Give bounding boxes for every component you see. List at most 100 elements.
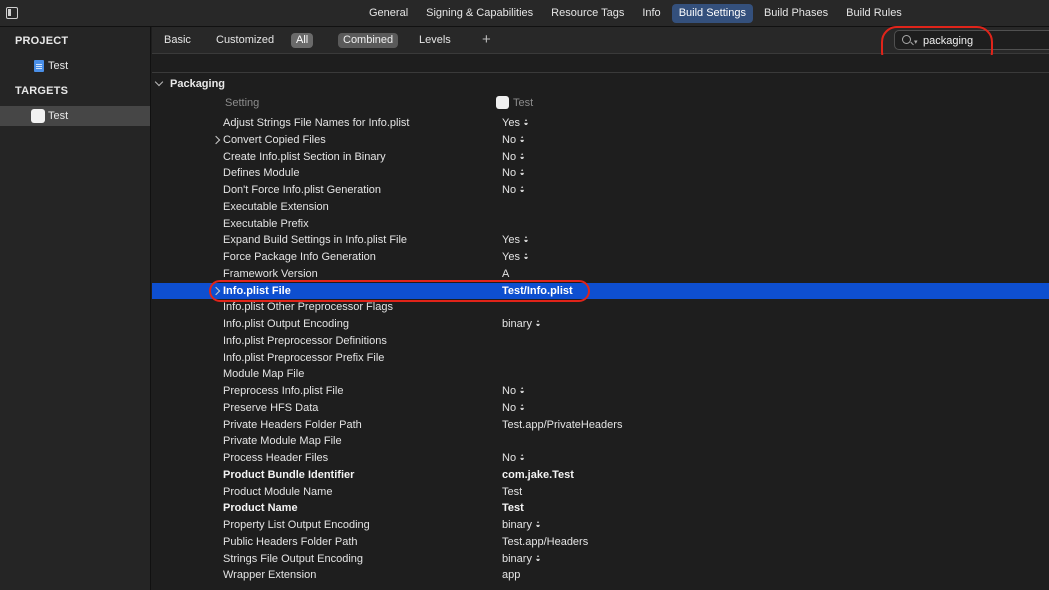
chevron-up-down-icon[interactable]: ▴▾ xyxy=(520,452,526,460)
table-row[interactable]: Info.plist Other Preprocessor Flags xyxy=(152,299,1049,316)
chevron-up-down-icon[interactable]: ▴▾ xyxy=(520,184,526,192)
setting-name: Product Bundle Identifier xyxy=(223,468,355,481)
table-row[interactable]: Executable Prefix xyxy=(152,216,1049,233)
tab-general[interactable]: General xyxy=(362,4,415,23)
chevron-up-down-icon[interactable]: ▴▾ xyxy=(524,117,530,125)
chevron-up-down-icon[interactable]: ▴▾ xyxy=(520,134,526,142)
table-row[interactable]: Private Module Map File xyxy=(152,433,1049,450)
setting-value[interactable]: Test xyxy=(502,500,524,517)
table-row[interactable]: Adjust Strings File Names for Info.plist… xyxy=(152,115,1049,132)
setting-value[interactable]: binary ▴▾ xyxy=(502,316,542,333)
setting-name: Info.plist File xyxy=(223,284,291,297)
table-row[interactable]: Don't Force Info.plist Generation No▴▾ xyxy=(152,182,1049,199)
table-row[interactable]: Wrapper Extension app xyxy=(152,567,1049,584)
levels-button[interactable]: Levels xyxy=(414,33,456,48)
chevron-right-icon[interactable] xyxy=(211,286,221,295)
table-row[interactable]: Property List Output Encoding binary ▴▾ xyxy=(152,517,1049,534)
table-row[interactable]: Preprocess Info.plist File No▴▾ xyxy=(152,383,1049,400)
setting-value-text: Test.app/PrivateHeaders xyxy=(502,418,623,431)
setting-value-text: No xyxy=(502,385,517,397)
filter-all-button[interactable]: All xyxy=(291,33,314,48)
tab-signing-capabilities[interactable]: Signing & Capabilities xyxy=(419,4,540,23)
table-row[interactable]: Expand Build Settings in Info.plist File… xyxy=(152,232,1049,249)
setting-value[interactable]: A xyxy=(502,266,509,283)
table-row[interactable]: Framework Version A xyxy=(152,266,1049,283)
setting-name: Wrapper Extension xyxy=(223,569,317,582)
table-row[interactable]: Preserve HFS Data No▴▾ xyxy=(152,400,1049,417)
setting-value[interactable]: No▴▾ xyxy=(502,165,526,182)
setting-value[interactable]: No▴▾ xyxy=(502,400,526,417)
table-row[interactable]: Info.plist File Test/Info.plist xyxy=(152,282,1049,300)
chevron-down-icon[interactable] xyxy=(155,78,164,90)
table-row[interactable]: Product Bundle Identifier com.jake.Test xyxy=(152,467,1049,484)
tab-build-phases[interactable]: Build Phases xyxy=(757,4,835,23)
setting-value[interactable]: Yes ▴▾ xyxy=(502,249,530,266)
table-row[interactable]: Convert Copied Files No▴▾ xyxy=(152,132,1049,149)
tab-info[interactable]: Info xyxy=(635,4,667,23)
chevron-up-down-icon[interactable]: ▴▾ xyxy=(520,385,526,393)
chevron-up-down-icon[interactable]: ▴▾ xyxy=(524,234,530,242)
chevron-up-down-icon[interactable]: ▴▾ xyxy=(520,402,526,410)
search-input[interactable] xyxy=(923,33,1048,48)
setting-value[interactable]: app xyxy=(502,567,520,584)
table-row[interactable]: Product Module Name Test xyxy=(152,484,1049,501)
sidebar-item-project-test[interactable]: Test xyxy=(0,56,150,76)
table-row[interactable]: Executable Extension xyxy=(152,199,1049,216)
table-row[interactable]: Process Header Files No▴▾ xyxy=(152,450,1049,467)
setting-value-text: com.jake.Test xyxy=(502,468,574,481)
sidebar-toggle-icon[interactable] xyxy=(6,7,18,19)
setting-name: Force Package Info Generation xyxy=(223,251,376,263)
setting-value[interactable]: No▴▾ xyxy=(502,182,526,199)
setting-value[interactable]: Test/Info.plist xyxy=(502,283,573,300)
table-row[interactable]: Force Package Info Generation Yes ▴▾ xyxy=(152,249,1049,266)
chevron-up-down-icon[interactable]: ▴▾ xyxy=(520,151,526,159)
setting-value[interactable]: No▴▾ xyxy=(502,149,526,166)
table-row[interactable]: Info.plist Preprocessor Prefix File xyxy=(152,350,1049,367)
chevron-up-down-icon[interactable]: ▴▾ xyxy=(536,553,542,561)
setting-value[interactable]: binary ▴▾ xyxy=(502,551,542,568)
chevron-up-down-icon[interactable]: ▴▾ xyxy=(536,519,542,527)
column-header-target: Test xyxy=(513,97,534,109)
table-row[interactable]: Strings File Output Encoding binary ▴▾ xyxy=(152,551,1049,568)
chevron-up-down-icon[interactable]: ▴▾ xyxy=(520,167,526,175)
chevron-up-down-icon[interactable]: ▴▾ xyxy=(536,318,542,326)
setting-value[interactable]: Test xyxy=(502,484,522,501)
setting-value[interactable]: Yes ▴▾ xyxy=(502,115,530,132)
tab-build-settings[interactable]: Build Settings xyxy=(671,4,753,23)
setting-name: Info.plist Output Encoding xyxy=(223,318,349,330)
table-row[interactable]: Info.plist Output Encoding binary ▴▾ xyxy=(152,316,1049,333)
table-row[interactable]: Product Name Test xyxy=(152,500,1049,517)
table-row[interactable]: Private Headers Folder Path Test.app/Priv… xyxy=(152,417,1049,434)
tab-build-rules[interactable]: Build Rules xyxy=(839,4,909,23)
add-setting-button[interactable]: + xyxy=(482,31,491,48)
setting-name: Framework Version xyxy=(223,267,318,280)
table-row[interactable]: Module Map File xyxy=(152,366,1049,383)
setting-value[interactable]: binary ▴▾ xyxy=(502,517,542,534)
editor-tabs: General Signing & Capabilities Resource … xyxy=(362,4,909,23)
setting-value-text: app xyxy=(502,569,521,582)
filter-basic-button[interactable]: Basic xyxy=(159,33,196,48)
table-row[interactable]: Create Info.plist Section in Binary No▴▾ xyxy=(152,149,1049,166)
setting-value[interactable]: Yes ▴▾ xyxy=(502,232,530,249)
tab-resource-tags[interactable]: Resource Tags xyxy=(544,4,631,23)
setting-value[interactable]: No▴▾ xyxy=(502,450,526,467)
setting-value[interactable]: com.jake.Test xyxy=(502,467,574,484)
project-file-icon xyxy=(34,60,44,72)
section-title[interactable]: Packaging xyxy=(170,78,225,90)
combined-button[interactable]: Combined xyxy=(338,33,399,48)
table-row[interactable]: Info.plist Preprocessor Definitions xyxy=(152,333,1049,350)
setting-value[interactable]: Test.app/PrivateHeaders xyxy=(502,417,622,434)
setting-name: Product Name xyxy=(223,502,298,515)
setting-name: Info.plist Other Preprocessor Flags xyxy=(223,301,393,314)
setting-value[interactable]: Test.app/Headers xyxy=(502,534,588,551)
chevron-right-icon[interactable] xyxy=(211,135,221,144)
filter-customized-button[interactable]: Customized xyxy=(211,33,279,48)
table-row[interactable]: Public Headers Folder Path Test.app/Heade… xyxy=(152,534,1049,551)
setting-value-text: Test xyxy=(502,485,523,498)
table-row[interactable]: Defines Module No▴▾ xyxy=(152,165,1049,182)
setting-value[interactable]: No▴▾ xyxy=(502,132,526,149)
chevron-up-down-icon[interactable]: ▴▾ xyxy=(524,251,530,259)
search-field[interactable]: ▾ xyxy=(894,30,1049,50)
setting-value[interactable]: No▴▾ xyxy=(502,383,526,400)
sidebar-item-target-test[interactable]: Test xyxy=(0,106,150,126)
